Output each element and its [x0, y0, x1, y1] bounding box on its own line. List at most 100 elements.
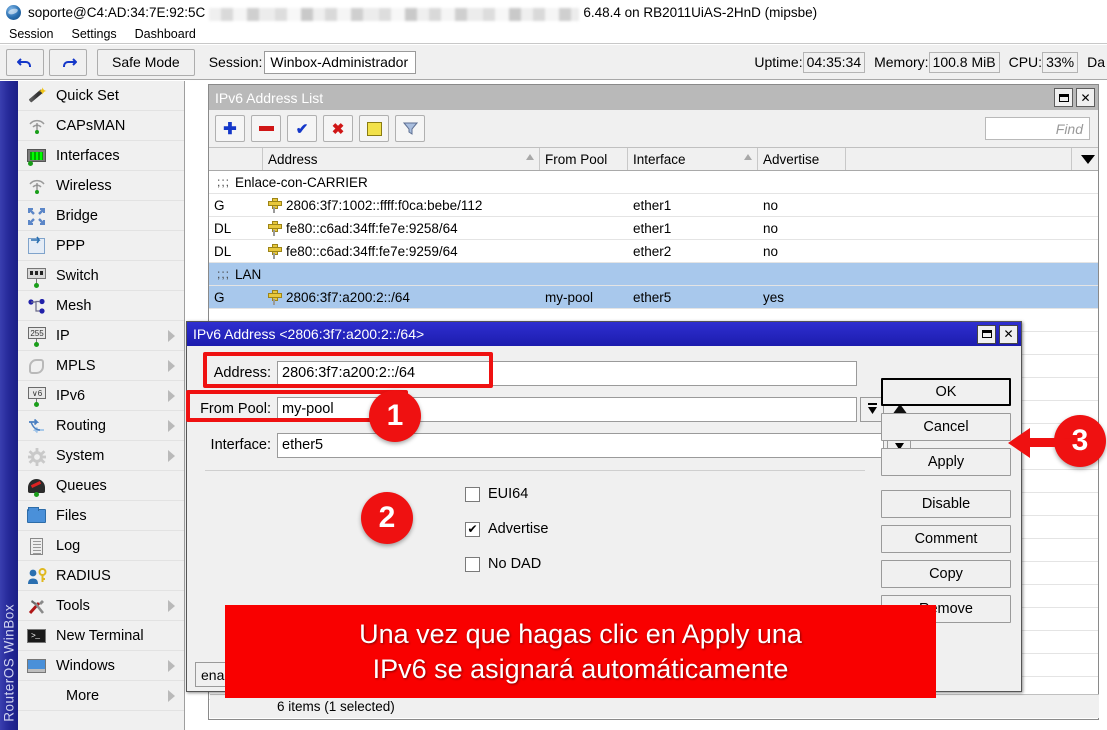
- cell-address: 2806:3f7:1002::ffff:f0ca:bebe/112: [263, 194, 540, 216]
- address-input[interactable]: 2806:3f7:a200:2::/64: [277, 361, 857, 386]
- sidebar-item-windows[interactable]: Windows: [18, 651, 184, 681]
- ip-255-icon: 255: [25, 325, 49, 347]
- table-row[interactable]: G2806:3f7:a200:2::/64my-poolether5yes: [209, 286, 1098, 309]
- terminal-icon: >_: [25, 625, 49, 647]
- sidebar-item-capsman[interactable]: CAPsMAN: [18, 111, 184, 141]
- sidebar-item-wireless[interactable]: Wireless: [18, 171, 184, 201]
- advertise-checkbox[interactable]: ✔: [465, 522, 480, 537]
- column-header-address[interactable]: Address: [263, 148, 540, 170]
- sidebar-item-log[interactable]: Log: [18, 531, 184, 561]
- column-header-flags[interactable]: [209, 148, 263, 170]
- sidebar-item-label: Queues: [56, 478, 184, 494]
- undo-icon[interactable]: [6, 49, 44, 76]
- find-input[interactable]: Find: [985, 117, 1090, 140]
- chevron-right-icon: [168, 660, 175, 672]
- eui64-checkbox-row[interactable]: EUI64: [465, 486, 528, 502]
- cell-advertise: no: [758, 240, 846, 262]
- switch-icon: [25, 265, 49, 287]
- ok-button[interactable]: OK: [881, 378, 1011, 406]
- cell-advertise: no: [758, 217, 846, 239]
- no-dad-checkbox[interactable]: [465, 557, 480, 572]
- disable-button[interactable]: Disable: [881, 490, 1011, 518]
- instruction-banner: Una vez que hagas clic en Apply una IPv6…: [225, 605, 936, 698]
- disable-button[interactable]: ✖: [323, 115, 353, 142]
- sidebar-item-mesh[interactable]: Mesh: [18, 291, 184, 321]
- sidebar-item-interfaces[interactable]: Interfaces: [18, 141, 184, 171]
- sidebar-item-quick-set[interactable]: ✦Quick Set: [18, 81, 184, 111]
- cancel-button[interactable]: Cancel: [881, 413, 1011, 441]
- column-header-advertise[interactable]: Advertise: [758, 148, 846, 170]
- no-dad-checkbox-row[interactable]: No DAD: [465, 556, 541, 572]
- comment-row[interactable]: ;;;LAN: [209, 263, 1098, 286]
- sidebar-item-label: Routing: [56, 418, 168, 434]
- sidebar-item-ipv6[interactable]: ∨6IPv6: [18, 381, 184, 411]
- column-header-interface[interactable]: Interface: [628, 148, 758, 170]
- sidebar-item-tools[interactable]: Tools: [18, 591, 184, 621]
- comment-row[interactable]: ;;;Enlace-con-CARRIER: [209, 171, 1098, 194]
- bridge-icon: [25, 205, 49, 227]
- sidebar-item-switch[interactable]: Switch: [18, 261, 184, 291]
- sidebar-item-label: Interfaces: [56, 148, 184, 164]
- copy-button[interactable]: Copy: [881, 560, 1011, 588]
- close-icon[interactable]: ✕: [999, 325, 1018, 344]
- sidebar-item-bridge[interactable]: Bridge: [18, 201, 184, 231]
- table-row[interactable]: DLfe80::c6ad:34ff:fe7e:9258/64ether1no: [209, 217, 1098, 240]
- menu-item-settings[interactable]: Settings: [62, 27, 125, 41]
- comment-button[interactable]: Comment: [881, 525, 1011, 553]
- cell-interface: ether1: [628, 217, 758, 239]
- column-header-from-pool[interactable]: From Pool: [540, 148, 628, 170]
- comment-button[interactable]: [359, 115, 389, 142]
- sidebar-item-ip[interactable]: 255 IP: [18, 321, 184, 351]
- column-chooser-icon[interactable]: [1072, 148, 1098, 170]
- sidebar-item-label: Windows: [56, 658, 168, 674]
- network-card-icon: [25, 145, 49, 167]
- menu-item-dashboard[interactable]: Dashboard: [126, 27, 205, 41]
- address-pin-icon: [268, 290, 280, 305]
- maximize-icon[interactable]: [977, 325, 996, 344]
- sidebar-item-ppp[interactable]: PPP: [18, 231, 184, 261]
- cell-flags: G: [209, 286, 263, 308]
- sidebar-item-label: Tools: [56, 598, 168, 614]
- sidebar-item-routing[interactable]: Routing: [18, 411, 184, 441]
- remove-button[interactable]: [251, 115, 281, 142]
- eui64-checkbox[interactable]: [465, 487, 480, 502]
- sidebar-item-label: CAPsMAN: [56, 118, 184, 134]
- sidebar-item-files[interactable]: Files: [18, 501, 184, 531]
- add-button[interactable]: ✚: [215, 115, 245, 142]
- sidebar-item-radius[interactable]: RADIUS: [18, 561, 184, 591]
- safe-mode-button[interactable]: Safe Mode: [97, 49, 195, 76]
- banner-line-1: Una vez que hagas clic en Apply una: [359, 617, 802, 652]
- enable-button[interactable]: ✔: [287, 115, 317, 142]
- menu-item-session[interactable]: Session: [0, 27, 62, 41]
- uptime-value: 04:35:34: [803, 52, 866, 73]
- sidebar-item-label: IP: [56, 328, 168, 344]
- filter-button[interactable]: [395, 115, 425, 142]
- sidebar-item-more[interactable]: More: [18, 681, 184, 711]
- list-column-headers: Address From Pool Interface Advertise: [209, 147, 1098, 171]
- redo-icon[interactable]: [49, 49, 87, 76]
- table-row[interactable]: DLfe80::c6ad:34ff:fe7e:9259/64ether2no: [209, 240, 1098, 263]
- sidebar-item-mpls[interactable]: MPLS: [18, 351, 184, 381]
- chevron-right-icon: [168, 330, 175, 342]
- gauge-icon: [25, 475, 49, 497]
- session-value[interactable]: Winbox-Administrador: [264, 51, 416, 74]
- cell-from-pool: [540, 217, 628, 239]
- close-icon[interactable]: ✕: [1076, 88, 1095, 107]
- sidebar-item-new-terminal[interactable]: >_New Terminal: [18, 621, 184, 651]
- cell-advertise: no: [758, 194, 846, 216]
- from-pool-input[interactable]: my-pool: [277, 397, 857, 422]
- table-row[interactable]: G2806:3f7:1002::ffff:f0ca:bebe/112ether1…: [209, 194, 1098, 217]
- apply-button[interactable]: Apply: [881, 448, 1011, 476]
- cell-interface: ether1: [628, 194, 758, 216]
- interface-input[interactable]: ether5: [277, 433, 884, 458]
- app-title-suffix: 6.48.4 on RB2011UiAS-2HnD (mipsbe): [583, 5, 817, 20]
- maximize-icon[interactable]: [1054, 88, 1073, 107]
- advertise-checkbox-row[interactable]: ✔ Advertise: [465, 521, 548, 537]
- sidebar-item-queues[interactable]: Queues: [18, 471, 184, 501]
- mpls-icon: [25, 355, 49, 377]
- sidebar-item-system[interactable]: System: [18, 441, 184, 471]
- ppp-icon: [25, 235, 49, 257]
- from-pool-field-row: From Pool: my-pool: [187, 396, 908, 422]
- menu-bar: Session Settings Dashboard: [0, 24, 1107, 44]
- cell-from-pool: [540, 194, 628, 216]
